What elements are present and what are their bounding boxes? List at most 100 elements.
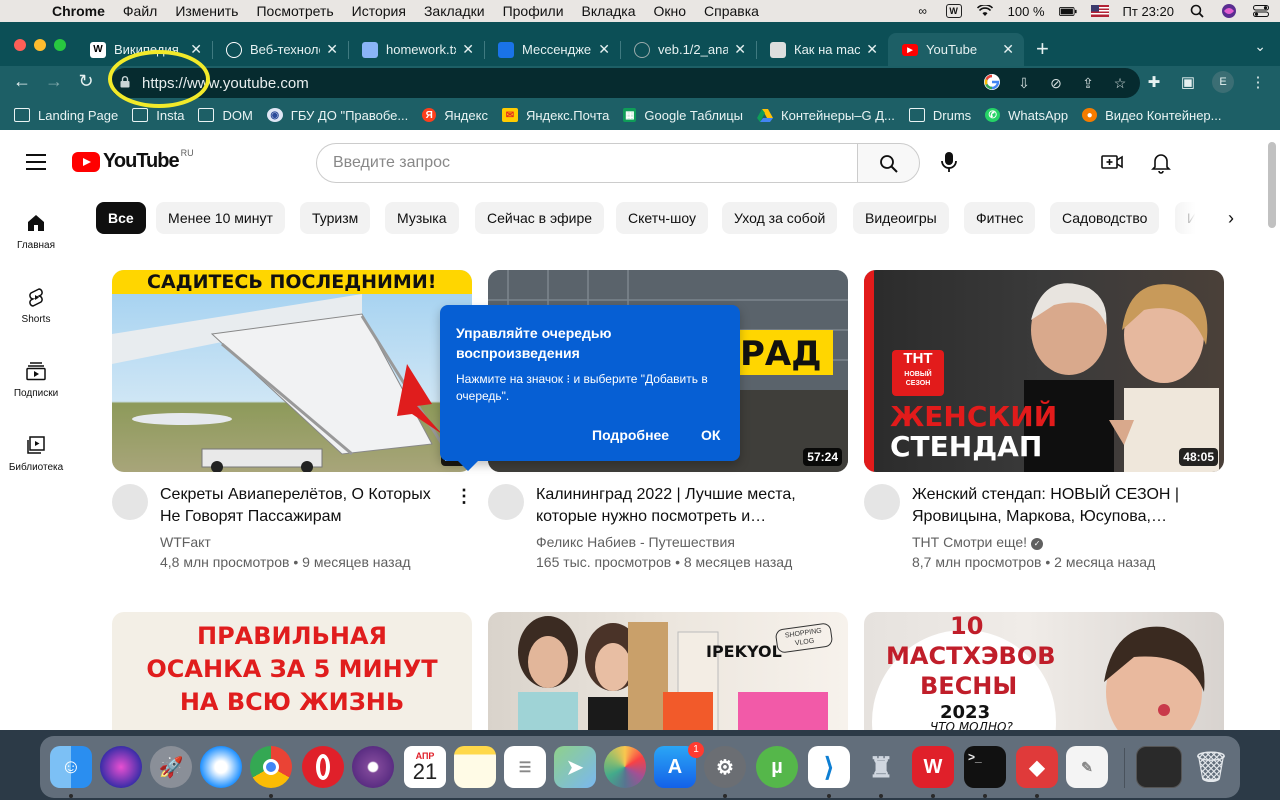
tab-close-icon[interactable]: ✕ xyxy=(734,41,746,58)
tab-how-on-mac[interactable]: Как на mac с ✕ xyxy=(756,33,888,66)
word-tray-icon[interactable]: W xyxy=(945,4,962,18)
chip-gardening[interactable]: Садоводство xyxy=(1050,202,1160,234)
menu-file[interactable]: Файл xyxy=(123,3,157,19)
photos-icon[interactable] xyxy=(604,746,646,788)
tab-close-icon[interactable]: ✕ xyxy=(326,41,338,58)
channel-avatar[interactable] xyxy=(112,484,148,520)
siri-app-icon[interactable] xyxy=(100,746,142,788)
window-zoom-button[interactable] xyxy=(54,39,66,51)
window-close-button[interactable] xyxy=(14,39,26,51)
forward-button[interactable]: → xyxy=(42,71,66,92)
profile-avatar[interactable]: E xyxy=(1212,71,1234,93)
side-panel-icon[interactable]: ▣ xyxy=(1178,73,1198,91)
chrome-menu-icon[interactable]: ⋮ xyxy=(1248,73,1268,91)
create-video-icon[interactable] xyxy=(1100,150,1124,174)
menu-history[interactable]: История xyxy=(352,3,406,19)
opera-icon[interactable] xyxy=(302,746,344,788)
rocket-app-icon[interactable]: ♜ xyxy=(860,746,902,788)
channel-avatar[interactable] xyxy=(488,484,524,520)
menu-app-name[interactable]: Chrome xyxy=(52,3,105,19)
bookmark-yandex-mail[interactable]: ✉ Яндекс.Почта xyxy=(501,108,609,123)
textedit-icon[interactable]: ✎ xyxy=(1066,746,1108,788)
voice-search-mic-icon[interactable] xyxy=(938,150,960,174)
bookmark-star-icon[interactable]: ☆ xyxy=(1110,73,1130,93)
tab-close-icon[interactable]: ✕ xyxy=(866,41,878,58)
menu-bookmarks[interactable]: Закладки xyxy=(424,3,485,19)
launchpad-rocket-icon[interactable]: 🚀 xyxy=(150,746,192,788)
bookmark-insta[interactable]: Insta xyxy=(132,108,184,123)
chip-music[interactable]: Музыка xyxy=(385,202,459,234)
video-title[interactable]: Секреты Авиаперелётов, О Которых Не Гово… xyxy=(160,484,450,528)
maps-icon[interactable]: ➤ xyxy=(554,746,596,788)
creative-cloud-icon[interactable]: ∞ xyxy=(914,4,932,18)
tor-browser-icon[interactable] xyxy=(352,746,394,788)
sidebar-item-library[interactable]: Библиотека xyxy=(0,434,72,473)
chip-live[interactable]: Сейчас в эфире xyxy=(475,202,605,234)
share-icon[interactable]: ⇪ xyxy=(1078,73,1098,93)
chip-under-10-min[interactable]: Менее 10 минут xyxy=(156,202,285,234)
siri-icon[interactable] xyxy=(1220,4,1238,18)
search-input[interactable]: Введите запрос xyxy=(316,143,858,183)
bookmark-gbu-do[interactable]: ◉ ГБУ ДО "Правобе... xyxy=(266,108,408,123)
menu-window[interactable]: Окно xyxy=(654,3,687,19)
video-menu-kebab-icon[interactable]: ⋮ xyxy=(455,486,473,506)
reminders-icon[interactable]: ☰ xyxy=(504,746,546,788)
menu-help[interactable]: Справка xyxy=(704,3,759,19)
bookmark-video-containers[interactable]: ● Видео Контейнер... xyxy=(1082,108,1222,123)
system-preferences-gear-icon[interactable]: ⚙ xyxy=(704,746,746,788)
install-app-icon[interactable]: ⇩ xyxy=(1014,73,1034,93)
safari-compass-icon[interactable] xyxy=(200,746,242,788)
vscode-icon[interactable]: ⟩ xyxy=(808,746,850,788)
channel-name[interactable]: Феликс Набиев - Путешествия xyxy=(536,534,735,550)
video-thumbnail[interactable]: ПРАВИЛЬНАЯ ОСАНКА ЗА 5 МИНУТ НА ВСЮ ЖИЗН… xyxy=(112,612,472,730)
menu-profiles[interactable]: Профили xyxy=(503,3,564,19)
channel-avatar[interactable] xyxy=(864,484,900,520)
extensions-puzzle-icon[interactable]: ✚ xyxy=(1144,73,1164,91)
bookmark-dom[interactable]: DOM xyxy=(198,108,253,123)
tooltip-learn-more-button[interactable]: Подробнее xyxy=(592,427,669,443)
chip-video-games[interactable]: Видеоигры xyxy=(853,202,949,234)
trash-icon[interactable]: 🗑 xyxy=(1190,746,1232,788)
chip-sketch-show[interactable]: Скетч-шоу xyxy=(616,202,708,234)
spotlight-icon[interactable] xyxy=(1188,4,1206,18)
minimized-window-thumbnail[interactable] xyxy=(1136,746,1182,788)
chrome-icon[interactable] xyxy=(250,746,292,788)
tab-homework[interactable]: homework.txt ✕ xyxy=(348,33,484,66)
wps-office-icon[interactable]: W xyxy=(912,746,954,788)
chip-tourism[interactable]: Туризм xyxy=(300,202,371,234)
notes-icon[interactable] xyxy=(454,746,496,788)
sidebar-item-subscriptions[interactable]: Подписки xyxy=(0,360,72,399)
hamburger-menu-icon[interactable] xyxy=(26,154,46,170)
finder-icon[interactable]: ☺ xyxy=(50,746,92,788)
window-minimize-button[interactable] xyxy=(34,39,46,51)
video-title[interactable]: Женский стендап: НОВЫЙ СЕЗОН | Яровицына… xyxy=(912,484,1212,528)
us-flag-icon[interactable] xyxy=(1090,4,1109,18)
menu-edit[interactable]: Изменить xyxy=(175,3,238,19)
bookmark-google-sheets[interactable]: ▦ Google Таблицы xyxy=(623,108,743,123)
bookmark-yandex[interactable]: Я Яндекс xyxy=(422,108,488,123)
tab-messenger[interactable]: Мессенджер ✕ xyxy=(484,33,620,66)
bookmark-landing-page[interactable]: Landing Page xyxy=(14,108,118,123)
bookmark-containers-drive[interactable]: Контейнеры–G Д... xyxy=(757,108,895,123)
reload-button[interactable]: ↻ xyxy=(74,71,98,92)
search-button[interactable] xyxy=(857,143,920,183)
back-button[interactable]: ← xyxy=(10,71,34,92)
notifications-bell-icon[interactable] xyxy=(1149,150,1173,174)
battery-icon[interactable] xyxy=(1058,4,1077,18)
tooltip-ok-button[interactable]: ОК xyxy=(701,427,720,443)
video-thumbnail[interactable]: 10 МАСТХЭВОВ ВЕСНЫ 2023 ЧТО МОДНО? xyxy=(864,612,1224,730)
video-thumbnail[interactable]: САДИТЕСЬ ПОСЛЕДНИМИ! 20: xyxy=(112,270,472,472)
tab-close-icon[interactable]: ✕ xyxy=(1002,41,1014,58)
video-thumbnail[interactable]: IPEKYOL SHOPPING VLOG xyxy=(488,612,848,730)
address-bar[interactable]: https://www.youtube.com ⇩ ⊘ ⇪ ☆ xyxy=(110,68,1140,98)
video-thumbnail[interactable]: ТНТ НОВЫЙ СЕЗОН ЖЕНСКИЙ СТЕНДАП 48:05 xyxy=(864,270,1224,472)
sidebar-item-shorts[interactable]: Shorts xyxy=(0,286,72,325)
menubar-clock[interactable]: Пт 23:20 xyxy=(1123,4,1174,19)
video-title[interactable]: Калининград 2022 | Лучшие места, которые… xyxy=(536,484,836,528)
bookmark-whatsapp[interactable]: ✆ WhatsApp xyxy=(985,108,1068,123)
channel-name[interactable]: WTFакт xyxy=(160,534,211,550)
youtube-logo[interactable]: YouTube RU xyxy=(72,148,194,173)
chip-all[interactable]: Все xyxy=(96,202,146,234)
tab-web-technologies[interactable]: Веб-технологии ✕ xyxy=(212,33,348,66)
menu-view[interactable]: Посмотреть xyxy=(256,3,333,19)
